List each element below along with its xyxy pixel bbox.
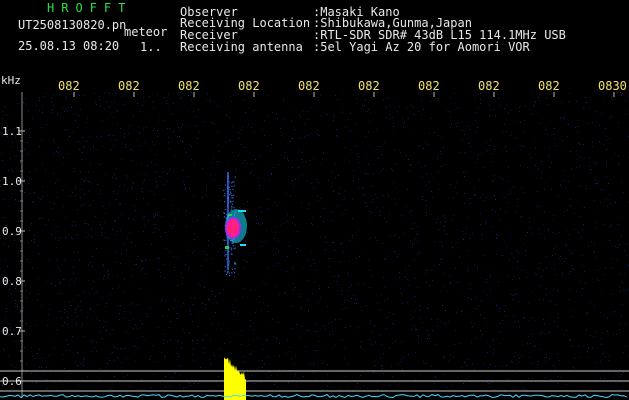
axis-layer [0,92,629,398]
echo-speckle [227,175,229,177]
echo-speckle [227,270,229,272]
echo-speckle [231,185,233,187]
echo-speckle [231,195,233,197]
meteor-echo [223,172,247,277]
echo-speckle [231,207,233,209]
echo-speckle [231,197,233,199]
echo-speckle [229,247,231,249]
echo-speckle [232,245,234,247]
y-tick-label: 1.1 [2,125,22,138]
echo-speckle [227,202,229,204]
echo-speckle [223,216,225,218]
echo-edge-mark [225,246,229,249]
echo-speckle [226,205,228,207]
echo-speckle [234,247,236,249]
echo-speckle [230,249,232,251]
x-tick-label: 082 [538,79,560,93]
echo-speckle [234,262,236,264]
echo-core [227,219,239,237]
spectrogram-plot: 1.1 1.0 0.9 0.8 0.7 0.6 kHz 082 082 082 082 082 082 0… [0,74,629,400]
x-tick-label: 0830 [598,79,627,93]
echo-speckle [228,261,230,263]
y-unit-label: kHz [1,74,21,87]
x-tick-label: 082 [478,79,500,93]
echo-speckle [230,192,232,195]
echo-speckle [223,189,225,191]
echo-speckle [226,272,228,274]
echo-speckle [226,186,228,188]
noise-layer [0,92,629,392]
echo-speckle [226,237,228,239]
echo-speckle [231,203,233,205]
echo-speckle [230,209,232,211]
echo-speckle [224,270,226,272]
x-tick-label: 082 [58,79,80,93]
echo-speckle [229,191,232,193]
echo-speckle [231,205,233,208]
x-tick-label: 082 [238,79,260,93]
echo-speckle [233,181,235,183]
echo-speckle [224,266,226,268]
echo-speckle [223,212,225,214]
echo-speckle [224,184,227,186]
echo-speckle [231,242,233,244]
echo-speckle [231,247,233,250]
echo-speckle [232,188,234,191]
echo-speckle [226,200,228,202]
echo-speckle [232,194,235,196]
echo-speckle [231,272,233,274]
echo-speckle [229,189,231,191]
x-tick-label: 082 [118,79,140,93]
echo-speckle [228,272,230,274]
echo-edge-mark [228,214,232,216]
echo-speckle [228,186,230,188]
echo-speckle [231,268,233,270]
echo-speckle [226,258,228,260]
echo-speckle [223,239,225,241]
echo-speckle [225,249,227,251]
x-tick-label: 082 [178,79,200,93]
baseline-trace [0,393,628,399]
axis-labels: 1.1 1.0 0.9 0.8 0.7 0.6 kHz 082 082 082 082 082 082 0… [1,74,627,388]
echo-speckle [224,255,226,257]
echo-speckle [232,200,234,202]
echo-speckle [227,198,229,200]
echo-speckle [225,274,228,276]
echo-speckle [225,253,227,255]
y-tick-label: 0.6 [2,375,22,388]
echo-edge-mark [240,244,246,246]
signal-level-fill [224,357,246,400]
y-tick-label: 1.0 [2,175,22,188]
echo-speckle [224,193,226,195]
echo-speckle [234,176,236,178]
echo-speckle [228,264,230,266]
y-tick-label: 0.9 [2,225,22,238]
echo-speckle [229,275,231,277]
echo-speckle [227,188,229,190]
echo-speckle [234,272,236,274]
echo-edge-mark [238,210,246,212]
echo-speckle [231,253,233,255]
x-tick-label: 082 [298,79,320,93]
y-tick-label: 0.8 [2,275,22,288]
echo-speckle [227,177,229,179]
echo-speckle [233,207,235,209]
echo-speckle [228,251,230,253]
echo-speckle [233,185,235,187]
y-tick-label: 0.7 [2,325,22,338]
echo-speckle [232,181,234,183]
echo-speckle [227,242,229,244]
echo-speckle [224,208,226,210]
echo-speckle [230,201,232,203]
x-tick-label: 082 [358,79,380,93]
echo-speckle [224,201,226,203]
echo-speckle [234,268,236,270]
echo-speckle [224,195,226,197]
echo-speckle [226,191,228,193]
echo-speckle [228,181,230,183]
echo-speckle [231,182,233,184]
echo-speckle [226,239,228,241]
x-tick-label: 082 [418,79,440,93]
echo-speckle [229,194,231,196]
